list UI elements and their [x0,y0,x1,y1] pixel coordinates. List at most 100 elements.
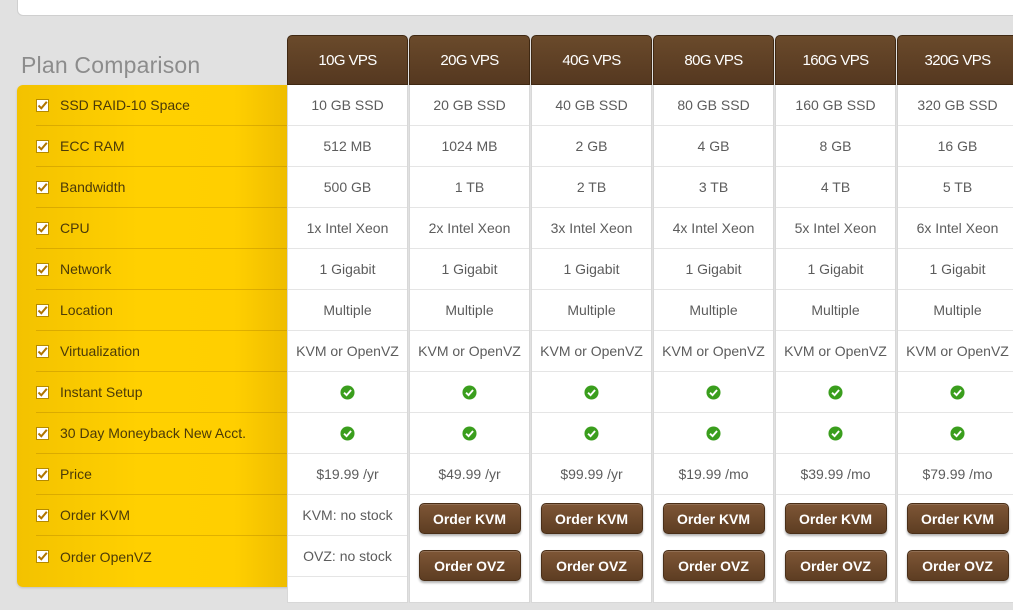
cpu-cell: 5x Intel Xeon [776,208,895,249]
order-ovz-button[interactable]: Order OVZ [418,550,521,581]
virtualization-cell: KVM or OpenVZ [776,331,895,372]
order-kvm-button[interactable]: Order KVM [784,503,887,534]
order-kvm-button[interactable]: Order KVM [540,503,643,534]
order-kvm-button[interactable]: Order KVM [662,503,765,534]
cpu-cell: 3x Intel Xeon [532,208,651,249]
plan-body: 40 GB SSD 2 GB 2 TB 3x Intel Xeon 1 Giga… [531,85,652,603]
network-cell: 1 Gigabit [898,249,1013,290]
green-check-icon [340,425,355,441]
top-panel [17,0,1013,16]
location-cell: Multiple [410,290,529,331]
order-ovz-button[interactable]: Order OVZ [784,550,887,581]
green-check-icon [706,425,721,441]
feature-row: Price [36,454,289,495]
order-kvm-button[interactable]: Order KVM [418,503,521,534]
checkbox-checked-icon [36,550,49,563]
feature-row: Order OpenVZ [36,536,289,577]
feature-label: Order OpenVZ [60,548,152,565]
green-check-icon [584,384,599,400]
ram-cell: 1024 MB [410,126,529,167]
ovz-order-cell: Order OVZ [410,542,529,589]
ovz-order-cell: Order OVZ [898,542,1013,589]
order-ovz-button[interactable]: Order OVZ [662,550,765,581]
checkbox-checked-icon [36,426,49,440]
feature-label: Location [60,302,113,318]
plan-column-160g: 160G VPS 160 GB SSD 8 GB 4 TB 5x Intel X… [775,35,896,603]
feature-list: SSD RAID-10 Space ECC RAM Bandwidth CPU … [17,85,289,587]
virtualization-cell: KVM or OpenVZ [532,331,651,372]
network-cell: 1 Gigabit [776,249,895,290]
order-ovz-button[interactable]: Order OVZ [540,550,643,581]
ram-cell: 16 GB [898,126,1013,167]
feature-label: Order KVM [60,507,131,523]
kvm-order-cell: Order KVM [776,495,895,542]
plan-body: 80 GB SSD 4 GB 3 TB 4x Intel Xeon 1 Giga… [653,85,774,603]
plan-column-320g: 320G VPS 320 GB SSD 16 GB 5 TB 6x Intel … [897,35,1013,603]
plan-name: 80G VPS [653,35,774,85]
feature-row: SSD RAID-10 Space [36,85,289,126]
ovz-stock-status: OVZ: no stock [288,536,407,577]
feature-label: Virtualization [60,343,140,359]
checkbox-checked-icon [36,139,49,153]
location-cell: Multiple [288,290,407,331]
price-cell: $99.99 /yr [532,454,651,495]
feature-row: Location [36,290,289,331]
space-cell: 10 GB SSD [288,85,407,126]
location-cell: Multiple [532,290,651,331]
price-cell: $19.99 /mo [654,454,773,495]
feature-label: 30 Day Moneyback New Acct. [60,425,246,441]
instant-setup-cell [410,372,529,413]
green-check-icon [340,384,355,400]
feature-label: Bandwidth [60,179,126,195]
order-kvm-button[interactable]: Order KVM [906,503,1009,534]
checkbox-checked-icon [36,303,49,317]
plan-column-20g: 20G VPS 20 GB SSD 1024 MB 1 TB 2x Intel … [409,35,530,603]
checkbox-checked-icon [36,180,49,194]
green-check-icon [462,384,477,400]
network-cell: 1 Gigabit [532,249,651,290]
virtualization-cell: KVM or OpenVZ [654,331,773,372]
order-ovz-button[interactable]: Order OVZ [906,550,1009,581]
green-check-icon [828,425,843,441]
ovz-order-cell: Order OVZ [532,542,651,589]
feature-row: CPU [36,208,289,249]
cpu-cell: 1x Intel Xeon [288,208,407,249]
feature-row: Instant Setup [36,372,289,413]
bandwidth-cell: 5 TB [898,167,1013,208]
location-cell: Multiple [776,290,895,331]
location-cell: Multiple [654,290,773,331]
space-cell: 80 GB SSD [654,85,773,126]
kvm-order-cell: Order KVM [654,495,773,542]
bandwidth-cell: 1 TB [410,167,529,208]
feature-label: CPU [60,220,90,236]
checkbox-checked-icon [36,221,49,235]
green-check-icon [950,425,965,441]
cpu-cell: 4x Intel Xeon [654,208,773,249]
bandwidth-cell: 4 TB [776,167,895,208]
green-check-icon [462,425,477,441]
feature-row: ECC RAM [36,126,289,167]
kvm-order-cell: Order KVM [410,495,529,542]
feature-row: Virtualization [36,331,289,372]
feature-label: Instant Setup [60,384,143,400]
plan-column-80g: 80G VPS 80 GB SSD 4 GB 3 TB 4x Intel Xeo… [653,35,774,603]
space-cell: 320 GB SSD [898,85,1013,126]
feature-label: Network [60,261,112,277]
feature-row: Network [36,249,289,290]
plan-name: 160G VPS [775,35,896,85]
kvm-order-cell: Order KVM [532,495,651,542]
plan-name: 10G VPS [287,35,408,85]
moneyback-cell [898,413,1013,454]
kvm-order-cell: Order KVM [898,495,1013,542]
checkbox-checked-icon [36,98,49,112]
moneyback-cell [776,413,895,454]
plan-body: 320 GB SSD 16 GB 5 TB 6x Intel Xeon 1 Gi… [897,85,1013,603]
ram-cell: 2 GB [532,126,651,167]
price-cell: $19.99 /yr [288,454,407,495]
plan-body: 160 GB SSD 8 GB 4 TB 5x Intel Xeon 1 Gig… [775,85,896,603]
plan-column-40g: 40G VPS 40 GB SSD 2 GB 2 TB 3x Intel Xeo… [531,35,652,603]
kvm-stock-status: KVM: no stock [288,495,407,536]
feature-row: 30 Day Moneyback New Acct. [36,413,289,454]
feature-label: Price [60,466,92,482]
moneyback-cell [410,413,529,454]
